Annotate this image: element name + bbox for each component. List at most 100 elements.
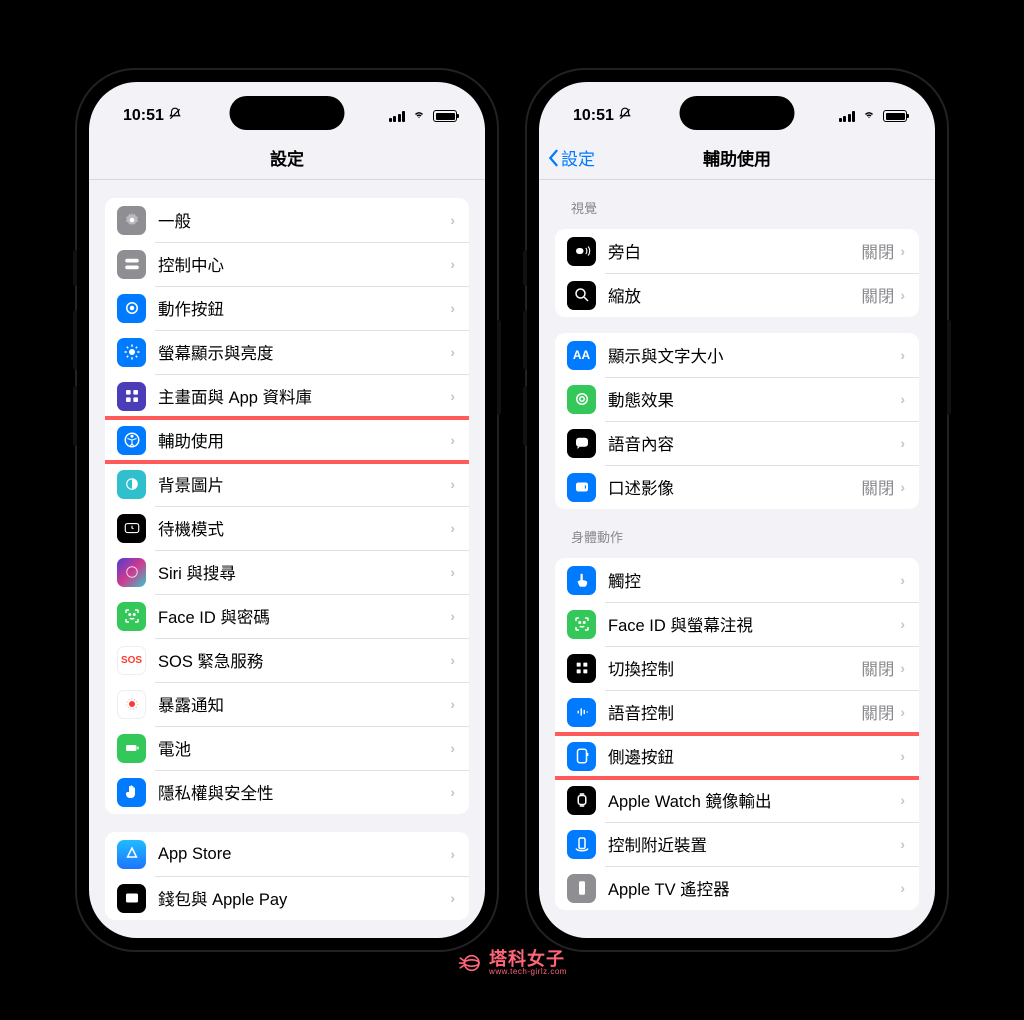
- chevron-right-icon: ›: [450, 212, 455, 228]
- apple-watch-icon: [567, 786, 596, 815]
- row-accessibility[interactable]: 輔助使用 ›: [105, 418, 469, 462]
- row-wallpaper[interactable]: 背景圖片 ›: [105, 462, 469, 506]
- row-label: Siri 與搜尋: [158, 560, 450, 584]
- nav-bar: 設定: [89, 136, 485, 180]
- row-nearby[interactable]: 控制附近裝置 ›: [555, 822, 919, 866]
- row-label: 縮放: [608, 283, 861, 307]
- sos-icon: SOS: [117, 646, 146, 675]
- row-label: Apple Watch 鏡像輸出: [608, 788, 900, 812]
- row-general[interactable]: 一般 ›: [105, 198, 469, 242]
- nav-bar: 設定 輔助使用: [539, 136, 935, 180]
- row-control-center[interactable]: 控制中心 ›: [105, 242, 469, 286]
- row-home-screen[interactable]: 主畫面與 App 資料庫 ›: [105, 374, 469, 418]
- chevron-right-icon: ›: [900, 479, 905, 495]
- row-standby[interactable]: 待機模式 ›: [105, 506, 469, 550]
- row-label: Face ID 與密碼: [158, 604, 450, 628]
- row-value: 關閉: [861, 475, 894, 499]
- chevron-right-icon: ›: [450, 344, 455, 360]
- accessibility-group-3: 觸控 › Face ID 與螢幕注視 › 切換控制 關閉 › 語音控制: [555, 558, 919, 910]
- row-privacy[interactable]: 隱私權與安全性 ›: [105, 770, 469, 814]
- row-battery[interactable]: 電池 ›: [105, 726, 469, 770]
- chevron-right-icon: ›: [450, 784, 455, 800]
- row-spoken-content[interactable]: 語音內容 ›: [555, 421, 919, 465]
- watermark: 塔科女子 www.tech-girlz.com: [457, 950, 567, 976]
- screen-left: 10:51 設定 一般 ›: [89, 82, 485, 938]
- row-voiceover[interactable]: 旁白 關閉 ›: [555, 229, 919, 273]
- chevron-right-icon: ›: [900, 347, 905, 363]
- row-wallet[interactable]: 錢包與 Apple Pay ›: [105, 876, 469, 920]
- row-label: Face ID 與螢幕注視: [608, 612, 900, 636]
- status-time: 10:51: [573, 107, 614, 125]
- signal-icon: [389, 111, 406, 122]
- signal-icon: [839, 111, 856, 122]
- audio-description-icon: [567, 473, 596, 502]
- row-label: 主畫面與 App 資料庫: [158, 384, 450, 408]
- row-voice-control[interactable]: 語音控制 關閉 ›: [555, 690, 919, 734]
- row-faceid-attention[interactable]: Face ID 與螢幕注視 ›: [555, 602, 919, 646]
- battery-icon: [433, 110, 457, 122]
- row-sos[interactable]: SOS SOS 緊急服務 ›: [105, 638, 469, 682]
- touch-icon: [567, 566, 596, 595]
- settings-group-2: App Store › 錢包與 Apple Pay ›: [105, 832, 469, 920]
- watermark-logo-icon: [457, 950, 483, 976]
- chevron-right-icon: ›: [450, 520, 455, 536]
- back-label: 設定: [561, 145, 595, 170]
- row-apple-watch[interactable]: Apple Watch 鏡像輸出 ›: [555, 778, 919, 822]
- text-size-icon: AA: [567, 341, 596, 370]
- row-value: 關閉: [861, 283, 894, 307]
- bell-off-icon: [618, 107, 632, 126]
- row-appstore[interactable]: App Store ›: [105, 832, 469, 876]
- action-button-icon: [117, 294, 146, 323]
- row-motion[interactable]: 動態效果 ›: [555, 377, 919, 421]
- row-audio-description[interactable]: 口述影像 關閉 ›: [555, 465, 919, 509]
- battery-icon: [883, 110, 907, 122]
- toggles-icon: [117, 250, 146, 279]
- row-label: 側邊按鈕: [608, 744, 900, 768]
- row-faceid[interactable]: Face ID 與密碼 ›: [105, 594, 469, 638]
- row-exposure[interactable]: 暴露通知 ›: [105, 682, 469, 726]
- row-value: 關閉: [861, 239, 894, 263]
- row-label: SOS 緊急服務: [158, 648, 450, 672]
- row-label: 電池: [158, 736, 450, 760]
- voice-control-icon: [567, 698, 596, 727]
- appstore-icon: [117, 840, 146, 869]
- row-side-button[interactable]: 側邊按鈕 ›: [555, 734, 919, 778]
- dynamic-island: [680, 96, 795, 130]
- content-right[interactable]: 視覺 旁白 關閉 › 縮放 關閉 › AA 顯示與文字大小: [539, 180, 935, 938]
- chevron-right-icon: ›: [450, 564, 455, 580]
- row-label: 語音內容: [608, 431, 900, 455]
- row-switch-control[interactable]: 切換控制 關閉 ›: [555, 646, 919, 690]
- row-label: 觸控: [608, 568, 900, 592]
- wallpaper-icon: [117, 470, 146, 499]
- row-siri[interactable]: Siri 與搜尋 ›: [105, 550, 469, 594]
- chevron-right-icon: ›: [900, 287, 905, 303]
- status-time: 10:51: [123, 107, 164, 125]
- row-label: 切換控制: [608, 656, 861, 680]
- row-touch[interactable]: 觸控 ›: [555, 558, 919, 602]
- row-label: 背景圖片: [158, 472, 450, 496]
- siri-icon: [117, 558, 146, 587]
- voiceover-icon: [567, 237, 596, 266]
- back-button[interactable]: 設定: [547, 145, 595, 170]
- speech-icon: [567, 429, 596, 458]
- content-left[interactable]: 一般 › 控制中心 › 動作按鈕 › 螢幕顯示與亮度 ›: [89, 180, 485, 938]
- battery-icon: [117, 734, 146, 763]
- row-action-button[interactable]: 動作按鈕 ›: [105, 286, 469, 330]
- row-display[interactable]: 螢幕顯示與亮度 ›: [105, 330, 469, 374]
- chevron-right-icon: ›: [900, 391, 905, 407]
- app-grid-icon: [117, 382, 146, 411]
- page-title: 輔助使用: [703, 145, 771, 170]
- watermark-title: 塔科女子: [489, 950, 567, 968]
- row-value: 關閉: [861, 656, 894, 680]
- chevron-right-icon: ›: [450, 846, 455, 862]
- row-display-text[interactable]: AA 顯示與文字大小 ›: [555, 333, 919, 377]
- clock-icon: [117, 514, 146, 543]
- row-apple-tv[interactable]: Apple TV 遙控器 ›: [555, 866, 919, 910]
- wifi-icon: [861, 107, 877, 125]
- chevron-right-icon: ›: [450, 388, 455, 404]
- zoom-icon: [567, 281, 596, 310]
- chevron-right-icon: ›: [900, 792, 905, 808]
- accessibility-group-2: AA 顯示與文字大小 › 動態效果 › 語音內容 › 口述影像 關: [555, 333, 919, 509]
- row-zoom[interactable]: 縮放 關閉 ›: [555, 273, 919, 317]
- chevron-right-icon: ›: [900, 243, 905, 259]
